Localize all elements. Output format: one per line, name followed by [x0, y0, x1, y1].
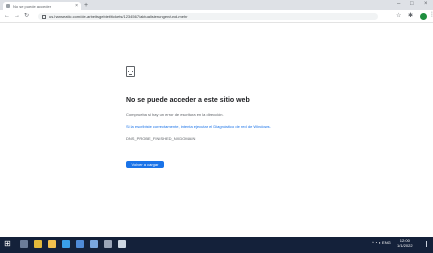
start-button[interactable]: ⊞: [4, 240, 11, 248]
taskbar-edge-icon[interactable]: [62, 240, 70, 248]
browser-menu-icon[interactable]: ⋮: [429, 12, 433, 18]
error-code: DNS_PROBE_FINISHED_NXDOMAIN: [126, 136, 196, 141]
tab-active[interactable]: No se puede acceder ×: [3, 2, 81, 10]
close-window-button[interactable]: ×: [424, 1, 428, 7]
tab-favicon-icon: [6, 4, 10, 8]
tab-title: No se puede acceder: [13, 3, 52, 9]
new-tab-button[interactable]: +: [84, 2, 88, 9]
taskbar-chrome-icon[interactable]: [34, 240, 42, 248]
tab-close-icon[interactable]: ×: [75, 3, 78, 9]
clock[interactable]: 12:00 1/1/2022: [397, 238, 413, 249]
minimize-button[interactable]: –: [397, 1, 400, 7]
taskbar-store-icon[interactable]: [90, 240, 98, 248]
system-tray[interactable]: ^ ◔ ◖ ENG: [372, 240, 391, 246]
clock-date: 1/1/2022: [397, 242, 413, 248]
taskbar-explorer-icon[interactable]: [48, 240, 56, 248]
extensions-icon[interactable]: ✱: [408, 13, 413, 19]
taskbar-settings-icon[interactable]: [104, 240, 112, 248]
taskbar-mail-icon[interactable]: [76, 240, 84, 248]
error-subtitle: Comprueba si hay un error de escritura e…: [126, 112, 224, 117]
address-bar[interactable]: us.hanseatic.com/de-arbeitsgebiet/ticket…: [38, 13, 378, 20]
taskbar-active-app-icon[interactable]: [118, 240, 126, 248]
bookmark-star-icon[interactable]: ☆: [396, 13, 401, 19]
forward-icon[interactable]: →: [14, 13, 20, 19]
reload-button[interactable]: Volver a cargar: [126, 161, 164, 168]
diagnostics-link[interactable]: Si la escribiste correctamente, intenta …: [126, 124, 271, 129]
reload-icon[interactable]: ↻: [24, 13, 29, 19]
profile-avatar[interactable]: [420, 13, 427, 20]
back-icon[interactable]: ←: [4, 13, 10, 19]
error-title: No se puede acceder a este sitio web: [126, 97, 250, 104]
show-desktop-button[interactable]: [426, 241, 431, 247]
site-info-icon[interactable]: [42, 14, 46, 19]
address-url: us.hanseatic.com/de-arbeitsgebiet/ticket…: [49, 14, 188, 19]
taskbar-search-icon[interactable]: [20, 240, 28, 248]
sad-document-icon: [126, 66, 135, 77]
maximize-button[interactable]: □: [410, 1, 414, 7]
